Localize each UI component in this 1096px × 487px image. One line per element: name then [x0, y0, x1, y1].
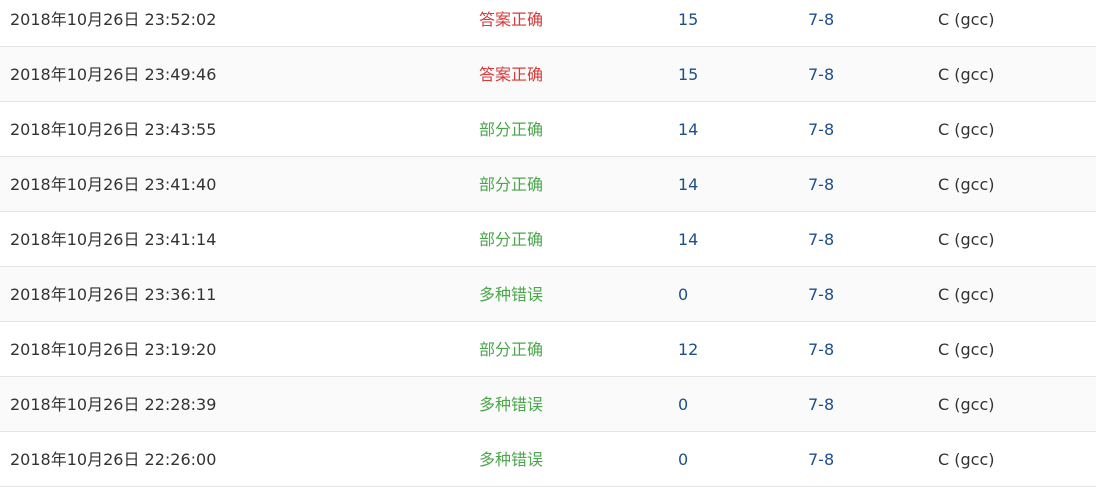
submission-time: 2018年10月26日 23:52:02: [10, 10, 217, 29]
submission-score-link[interactable]: 15: [678, 47, 698, 102]
table-row: 2018年10月26日 23:41:14 部分正确 14 7-8 C (gcc): [0, 212, 1096, 267]
submission-status-link[interactable]: 答案正确: [479, 47, 543, 102]
submission-status-link[interactable]: 部分正确: [479, 212, 543, 267]
submission-score-link[interactable]: 0: [678, 432, 688, 487]
table-row: 2018年10月26日 23:41:40 部分正确 14 7-8 C (gcc): [0, 157, 1096, 212]
submission-score-link[interactable]: 12: [678, 322, 698, 377]
submission-score-link[interactable]: 14: [678, 157, 698, 212]
submission-language: C (gcc): [938, 340, 995, 359]
submission-language: C (gcc): [938, 395, 995, 414]
submission-status-link[interactable]: 部分正确: [479, 322, 543, 377]
table-row: 2018年10月26日 23:49:46 答案正确 15 7-8 C (gcc): [0, 47, 1096, 102]
submission-status-link[interactable]: 多种错误: [479, 267, 543, 322]
submission-language: C (gcc): [938, 230, 995, 249]
submission-language: C (gcc): [938, 65, 995, 84]
problem-link[interactable]: 7-8: [808, 0, 834, 47]
submission-language: C (gcc): [938, 175, 995, 194]
submission-language: C (gcc): [938, 450, 995, 469]
submission-score-link[interactable]: 0: [678, 377, 688, 432]
table-row: 2018年10月26日 23:36:11 多种错误 0 7-8 C (gcc): [0, 267, 1096, 322]
submission-time: 2018年10月26日 23:49:46: [10, 65, 217, 84]
submission-status-link[interactable]: 多种错误: [479, 432, 543, 487]
submission-time: 2018年10月26日 23:41:14: [10, 230, 217, 249]
table-row: 2018年10月26日 22:28:39 多种错误 0 7-8 C (gcc): [0, 377, 1096, 432]
submission-language: C (gcc): [938, 285, 995, 304]
problem-link[interactable]: 7-8: [808, 267, 834, 322]
submission-time: 2018年10月26日 22:26:00: [10, 450, 217, 469]
submission-time: 2018年10月26日 23:43:55: [10, 120, 217, 139]
problem-link[interactable]: 7-8: [808, 47, 834, 102]
table-row: 2018年10月26日 22:26:00 多种错误 0 7-8 C (gcc): [0, 432, 1096, 487]
problem-link[interactable]: 7-8: [808, 322, 834, 377]
submission-time: 2018年10月26日 23:19:20: [10, 340, 217, 359]
table-row: 2018年10月26日 23:52:02 答案正确 15 7-8 C (gcc): [0, 0, 1096, 47]
table-row: 2018年10月26日 23:19:20 部分正确 12 7-8 C (gcc): [0, 322, 1096, 377]
submission-language: C (gcc): [938, 120, 995, 139]
submission-status-link[interactable]: 部分正确: [479, 157, 543, 212]
submission-score-link[interactable]: 0: [678, 267, 688, 322]
problem-link[interactable]: 7-8: [808, 102, 834, 157]
submission-status-link[interactable]: 多种错误: [479, 377, 543, 432]
submissions-table: 2018年10月26日 23:52:02 答案正确 15 7-8 C (gcc)…: [0, 0, 1096, 487]
problem-link[interactable]: 7-8: [808, 157, 834, 212]
submission-time: 2018年10月26日 23:41:40: [10, 175, 217, 194]
submission-score-link[interactable]: 15: [678, 0, 698, 47]
submission-status-link[interactable]: 部分正确: [479, 102, 543, 157]
problem-link[interactable]: 7-8: [808, 377, 834, 432]
submission-score-link[interactable]: 14: [678, 212, 698, 267]
submission-score-link[interactable]: 14: [678, 102, 698, 157]
submission-language: C (gcc): [938, 10, 995, 29]
submission-status-link[interactable]: 答案正确: [479, 0, 543, 47]
submission-time: 2018年10月26日 23:36:11: [10, 285, 217, 304]
table-row: 2018年10月26日 23:43:55 部分正确 14 7-8 C (gcc): [0, 102, 1096, 157]
problem-link[interactable]: 7-8: [808, 212, 834, 267]
submission-time: 2018年10月26日 22:28:39: [10, 395, 217, 414]
problem-link[interactable]: 7-8: [808, 432, 834, 487]
